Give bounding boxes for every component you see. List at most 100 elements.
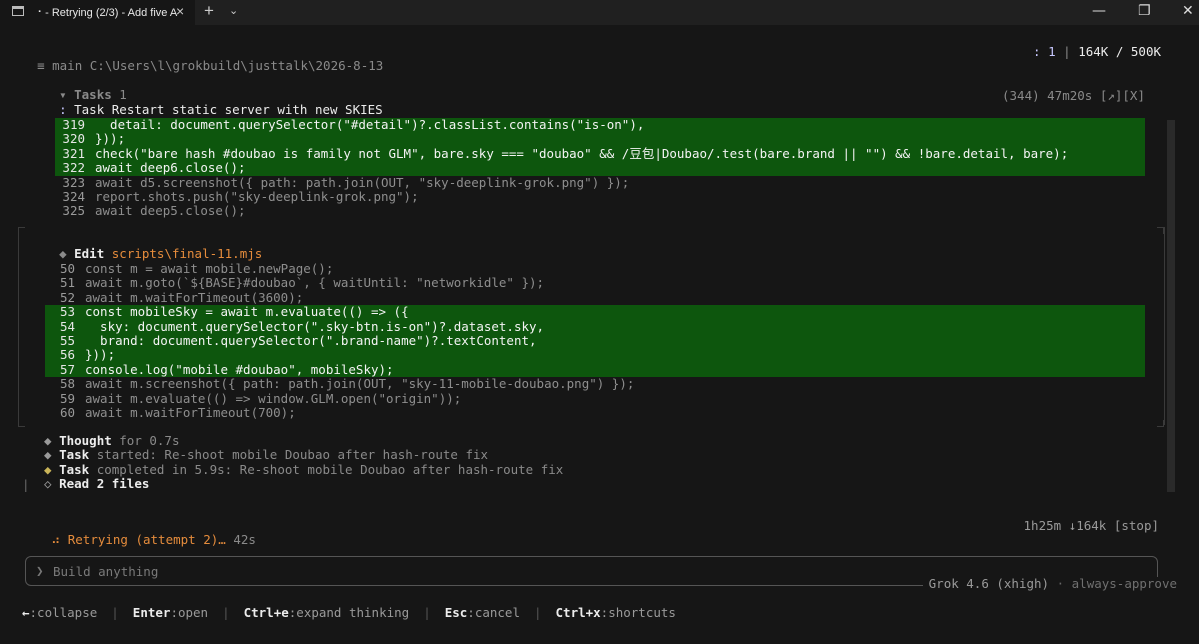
code-text: await deep6.close(); [95,160,246,176]
diamond-icon: ◆ [44,461,52,477]
shortcut-action: :open [170,605,209,620]
code-line: 320})); [55,131,1145,147]
code-line: 51 await m.goto(`${BASE}#doubao`, { waitU… [45,275,1145,291]
code-line: 58 await m.screenshot({ path: path.join(O… [45,376,1145,392]
line-number: 52 [59,289,75,305]
shortcut-hint[interactable]: Ctrl+x:shortcuts [556,605,676,620]
working-directory: C:\Users\l\grokbuild\justtalk\2026-8-13 [89,58,384,73]
line-number: 325 [62,203,85,219]
shortcut-key: Ctrl+e [243,605,289,620]
code-text: })); [85,347,116,363]
divider: | [222,605,230,620]
line-number: 58 [59,376,75,392]
progress-item[interactable]: ◇ Read 2 files [44,475,563,491]
scrollbar[interactable] [1167,120,1175,492]
menu-icon[interactable]: ≡ [37,58,45,73]
shortcut-action: :expand thinking [288,605,410,620]
shortcut-hint[interactable]: ←:collapse [22,605,97,620]
shortcut-key: Esc [444,605,468,620]
code-line: 54 sky: document.querySelector(".sky-btn… [45,318,1145,334]
code-text: check("bare hash #doubao is family not G… [95,145,1069,161]
progress-text: for 0.7s [111,433,180,448]
task-text: Restart static server with new SKIES [111,102,383,117]
divider: | [533,605,542,620]
diamond-icon: ◇ [44,475,52,491]
close-window-icon[interactable]: ✕ [1182,3,1194,19]
frame-corner [18,420,25,427]
diamond-icon: ◆ [44,447,52,463]
progress-text: completed in 5.9s: Re-shoot mobile Douba… [89,461,564,477]
code-text: await m.goto(`${BASE}#doubao`, { waitUnt… [85,275,545,291]
code-line: 323 await d5.screenshot({ path: path.join… [55,174,1145,190]
chevron-down-icon[interactable]: ⌄ [229,4,238,17]
code-line: 56})); [45,347,1145,363]
edit-label: Edit [74,246,105,261]
progress-label: Read 2 files [59,475,150,491]
line-number: 50 [59,261,75,276]
progress-text: started: Re-shoot mobile Doubao after ha… [89,447,489,463]
code-line: 319 detail: document.querySelector("#det… [55,117,1145,133]
line-number: 322 [62,160,85,176]
code-text: await m.screenshot({ path: path.join(OUT… [85,376,635,392]
code-text: await m.waitForTimeout(700); [85,405,296,420]
token-usage: : 1 | 164K / 500K [1033,45,1161,59]
code-line: 324 report.shots.push("sky-deeplink-grok.… [55,189,1145,204]
code-line: 322 await deep6.close(); [55,160,1145,176]
new-tab-icon[interactable]: + [204,1,214,21]
edit-file-path[interactable]: scripts\final-11.mjs [112,246,263,261]
code-line: 52 await m.waitForTimeout(3600); [45,289,1145,305]
divider: | [111,605,119,620]
minimize-icon[interactable]: — [1092,3,1106,19]
frame-corner [1157,420,1164,427]
model-sep: · [1049,576,1072,591]
header-bar: ≡ main C:\Users\l\grokbuild\justtalk\202… [22,45,383,73]
window-tab-bar: ⠐ - Retrying (2/3) - Add five A × + ⌄ — … [0,0,1199,25]
edit-header[interactable]: ◆ Edit scripts\final-11.mjs [44,233,262,261]
terminal-tab[interactable]: ⠐ - Retrying (2/3) - Add five A × [0,0,195,25]
line-number: 323 [62,174,85,190]
progress-label: Task [59,461,90,477]
shortcut-hint[interactable]: Ctrl+e:expand thinking [244,605,410,620]
tab-close-icon[interactable]: × [176,3,184,19]
code-line: 50 const m = await mobile.newPage(); [45,261,1145,276]
line-number: 59 [59,390,75,406]
shortcut-action: :collapse [29,605,98,620]
code-text: brand: document.querySelector(".brand-na… [85,333,537,348]
line-number: 55 [59,333,75,348]
code-text: const m = await mobile.newPage(); [85,261,334,276]
diamond-icon: ◆ [59,246,67,261]
frame-corner [1157,227,1164,234]
code-text: await m.waitForTimeout(3600); [85,289,304,305]
code-text: const mobileSky = await m.evaluate(() =>… [85,304,409,320]
maximize-icon[interactable]: ❐ [1138,3,1151,19]
code-text: await deep5.close(); [95,203,246,219]
model-name: Grok 4.6 (xhigh) [928,576,1050,591]
code-text: })); [95,131,126,147]
shortcut-key: Ctrl+x [555,605,601,620]
shortcut-hint[interactable]: Enter:open [133,605,208,620]
shortcut-hint[interactable]: Esc:cancel [445,605,520,620]
retry-elapsed: 42s [225,532,256,547]
tab-title: ⠐ - Retrying (2/3) - Add five A [34,7,178,19]
code-text: await m.evaluate(() => window.GLM.open("… [85,390,462,406]
line-number: 324 [62,189,85,204]
progress-item[interactable]: ◆ Task started: Re-shoot mobile Doubao a… [44,448,563,462]
code-text: sky: document.querySelector(".sky-btn.is… [85,318,545,334]
progress-item[interactable]: ◆ Task completed in 5.9s: Re-shoot mobil… [44,461,564,477]
progress-item[interactable]: ◆ Thought for 0.7s [44,433,563,448]
shortcut-action: :cancel [467,605,520,620]
code-line: 321 check("bare hash #doubao is family no… [55,145,1145,162]
shortcut-action: :shortcuts [600,605,676,620]
line-number: 320 [62,131,85,147]
terminal-icon [12,6,24,16]
session-counter: : 1 [1033,44,1064,59]
session-stats[interactable]: 1h25m ↓164k [stop] [1024,519,1159,533]
line-number: 51 [59,275,75,291]
prompt-input[interactable] [51,561,855,581]
retry-status: ⠴ Retrying (attempt 2)… 42s [36,519,256,547]
shortcut-key: ← [22,605,30,620]
task-meta[interactable]: (344) 47m20s [↗][X] [1002,89,1145,103]
line-number: 60 [59,405,75,420]
model-selector[interactable]: Grok 4.6 (xhigh) · always-approve [922,576,1183,591]
shortcut-key: Enter [132,605,171,620]
